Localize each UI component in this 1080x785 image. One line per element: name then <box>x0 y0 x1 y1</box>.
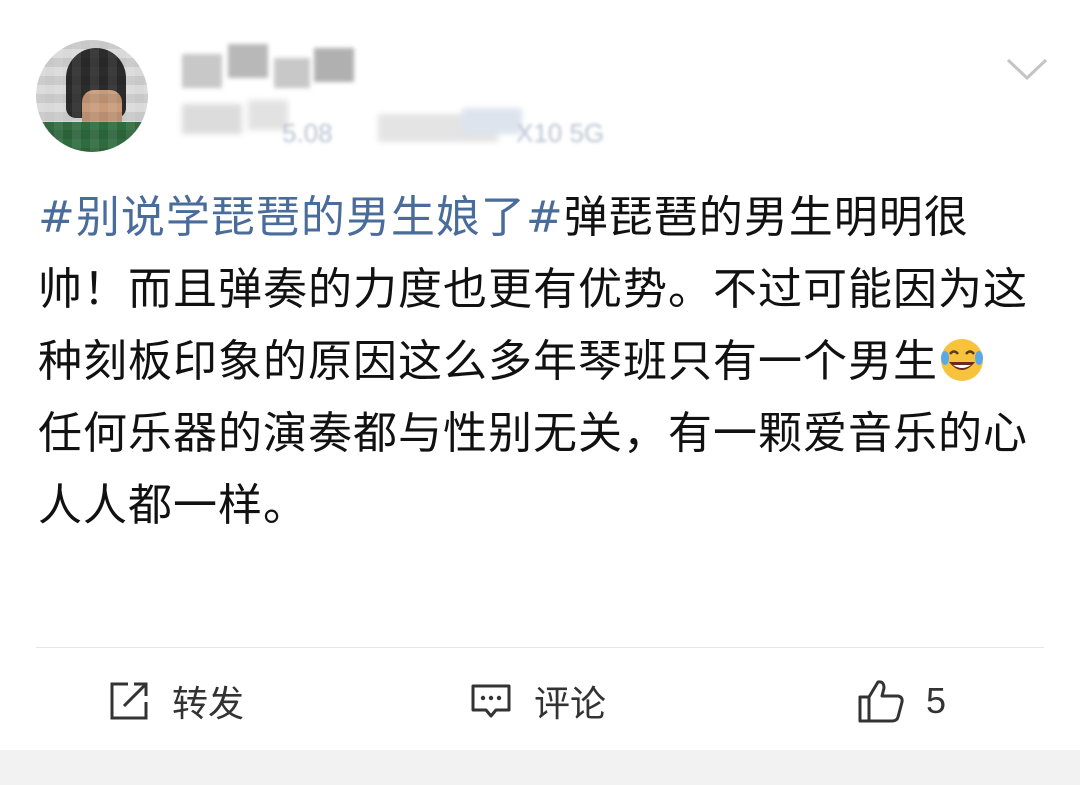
chevron-down-icon[interactable] <box>1004 54 1050 84</box>
share-icon <box>110 682 148 720</box>
divider <box>36 647 1044 648</box>
comment-icon <box>471 684 511 718</box>
avatar[interactable] <box>36 40 148 152</box>
topic-link[interactable]: #别说学琵琶的男生娘了# <box>38 192 564 243</box>
repost-label: 转发 <box>172 684 245 725</box>
comment-label: 评论 <box>534 684 607 725</box>
thumbs-up-icon <box>858 680 904 723</box>
like-button[interactable]: 5 <box>856 674 946 728</box>
post-device: X10 5G <box>516 118 605 148</box>
post-time: 5.08 <box>282 118 333 148</box>
like-count: 5 <box>926 680 947 721</box>
post-body: #别说学琵琶的男生娘了#弹琵琶的男生明明很帅！而且弹奏的力度也更有优势。不过可能… <box>38 182 1038 542</box>
weibo-post-card: 5.08 X10 5G #别说学琵琶的男生娘了#弹琵琶的男生明明很帅！而且弹奏的… <box>0 0 1080 750</box>
laughing-crying-emoji-icon <box>941 339 983 381</box>
post-text-part-2: 任何乐器的演奏都与性别无关，有一颗爱音乐的心人人都一样。 <box>38 408 1028 531</box>
repost-button[interactable]: 转发 <box>106 674 244 728</box>
avatar-mosaic <box>36 40 148 152</box>
blurred-username[interactable] <box>182 44 362 94</box>
comment-button[interactable]: 评论 <box>468 674 606 728</box>
